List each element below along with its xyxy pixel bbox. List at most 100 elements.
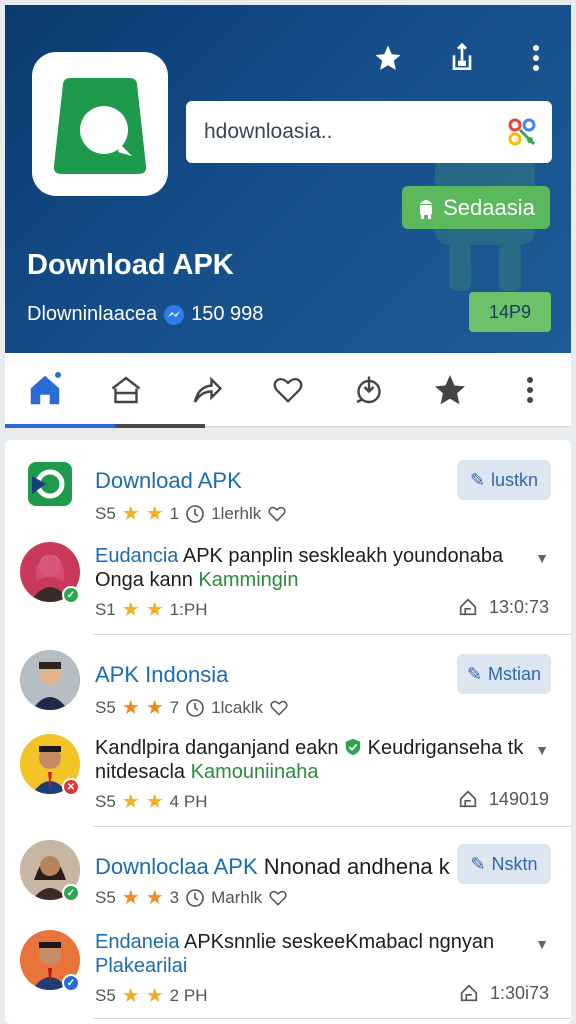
comment-text: Endaneia APKsnnlie seskeeKmabacl ngnyan … bbox=[95, 930, 494, 978]
star-icon: ★ bbox=[121, 697, 140, 719]
comment-text: Eudancia APK panplin seskleakh youndonab… bbox=[95, 544, 503, 592]
meta-count: 3 bbox=[169, 888, 180, 907]
more-vert-icon bbox=[527, 376, 534, 403]
star-icon bbox=[434, 374, 465, 404]
comment-text: Kandlpira danganjand eakn Keudriganseha … bbox=[95, 736, 523, 784]
tab-favorites[interactable] bbox=[258, 360, 318, 420]
clock-icon bbox=[185, 698, 205, 718]
top-actions bbox=[371, 41, 553, 75]
heart-icon[interactable] bbox=[268, 888, 288, 908]
timestamp-label: 1:30i73 bbox=[489, 982, 549, 1003]
star-icon: ★ bbox=[145, 599, 164, 621]
feather-icon: ✎ bbox=[466, 663, 483, 684]
comment-author[interactable]: Eudancia bbox=[95, 545, 178, 567]
comment-meta: S1 ★ ★ 1:PH bbox=[95, 600, 207, 620]
meta-label: 1lcaklk bbox=[211, 698, 264, 717]
star-icon: ★ bbox=[145, 985, 164, 1007]
upload-icon[interactable] bbox=[457, 596, 479, 618]
notification-dot bbox=[53, 369, 64, 380]
tab-home[interactable] bbox=[15, 360, 75, 420]
messenger-icon bbox=[164, 304, 185, 325]
comment-body: nitdesacla bbox=[95, 761, 191, 783]
post-title[interactable]: Downloclaa APK Nnonad andhena k bbox=[95, 854, 450, 880]
star-icon: ★ bbox=[121, 985, 140, 1007]
error-badge-icon: ✕ bbox=[62, 778, 80, 796]
tab-download[interactable] bbox=[339, 360, 399, 420]
comment-mention[interactable]: Kammingin bbox=[198, 569, 298, 591]
meta-prefix: S5 bbox=[95, 792, 116, 811]
avatar[interactable] bbox=[20, 650, 80, 710]
version-button[interactable]: 14P9 bbox=[469, 292, 551, 332]
post-title[interactable]: Download APK bbox=[95, 468, 242, 494]
meta-label: Marhlk bbox=[211, 888, 263, 907]
app-title: Download APK bbox=[27, 249, 234, 281]
search-box[interactable] bbox=[186, 101, 552, 163]
app-header: Sedaasia Download APK Dlowninlaacea 150 … bbox=[5, 5, 571, 353]
star-icon: ★ bbox=[121, 599, 140, 621]
star-icon: ★ bbox=[145, 887, 164, 909]
upload-icon[interactable] bbox=[458, 982, 480, 1004]
comment-timestamp: 1:30i73 bbox=[458, 982, 549, 1004]
post-action-button[interactable]: ✎ Mstian bbox=[457, 654, 551, 694]
heart-icon bbox=[273, 377, 303, 403]
comment-mention[interactable]: Kamouniinaha bbox=[191, 761, 319, 783]
feather-icon: ✎ bbox=[469, 469, 486, 490]
comment-author[interactable]: Endaneia bbox=[95, 931, 180, 953]
comment-body: Kandlpira danganjand eakn bbox=[95, 737, 345, 759]
meta-prefix: S5 bbox=[95, 888, 116, 907]
meta-prefix: S5 bbox=[95, 504, 116, 523]
feather-icon: ✎ bbox=[470, 853, 486, 874]
upload-icon[interactable] bbox=[457, 788, 479, 810]
meta-prefix: S5 bbox=[95, 698, 116, 717]
verified-badge-icon: ✓ bbox=[62, 586, 80, 604]
shield-check-icon bbox=[345, 738, 361, 756]
tab-share[interactable] bbox=[177, 360, 237, 420]
download-count: 150 998 bbox=[191, 303, 264, 325]
post-title-part: Nnonad andhena k bbox=[263, 854, 450, 879]
tab-house[interactable] bbox=[96, 360, 156, 420]
comment-meta: S5 ★ ★ 2 PH bbox=[95, 986, 207, 1006]
meta-time: 1:PH bbox=[169, 600, 208, 619]
timestamp-label: 149019 bbox=[488, 788, 549, 809]
chevron-down-icon[interactable]: ▼ bbox=[535, 742, 549, 758]
star-icon: ★ bbox=[145, 697, 164, 719]
comment-timestamp: 149019 bbox=[457, 788, 549, 810]
search-input[interactable] bbox=[204, 120, 506, 144]
divider bbox=[93, 826, 571, 827]
voice-assistant-icon[interactable] bbox=[506, 116, 538, 148]
post-action-button[interactable]: ✎ Nsktn bbox=[457, 844, 551, 884]
download-icon bbox=[356, 376, 381, 403]
green-bag-logo-icon bbox=[53, 78, 147, 174]
chevron-down-icon[interactable]: ▼ bbox=[535, 550, 549, 566]
meta-prefix: S5 bbox=[95, 986, 116, 1005]
post-meta: S5 ★ ★ 3 Marhlk bbox=[95, 888, 288, 908]
divider bbox=[93, 634, 571, 635]
star-icon[interactable] bbox=[371, 41, 405, 75]
tab-bar bbox=[5, 353, 571, 427]
house-outline-icon bbox=[112, 375, 141, 403]
chevron-down-icon[interactable]: ▼ bbox=[535, 936, 549, 952]
clock-icon bbox=[185, 504, 205, 524]
developer-name: Dlowninlaacea bbox=[27, 303, 158, 325]
post-action-button[interactable]: ✎ lustkn bbox=[457, 460, 551, 500]
comment-meta: S5 ★ ★ 4 PH bbox=[95, 792, 207, 812]
meta-count: 7 bbox=[169, 698, 180, 717]
meta-prefix: S1 bbox=[95, 600, 116, 619]
meta-time: 4 PH bbox=[169, 792, 208, 811]
comment-body: APKsnnlie seskeeKmabacl ngnyan bbox=[179, 931, 495, 953]
post-action-label: Nsktn bbox=[491, 853, 538, 874]
tab-more[interactable] bbox=[500, 360, 560, 420]
clock-icon bbox=[185, 888, 205, 908]
more-vert-icon[interactable] bbox=[519, 41, 553, 75]
category-chip[interactable]: Sedaasia bbox=[402, 186, 550, 229]
comment-mention[interactable]: Plakearilai bbox=[95, 955, 187, 977]
heart-icon[interactable] bbox=[269, 698, 289, 718]
heart-icon[interactable] bbox=[267, 504, 287, 524]
verified-badge-icon: ✓ bbox=[62, 884, 80, 902]
share-icon[interactable] bbox=[445, 41, 479, 75]
post-title[interactable]: APK Indonsia bbox=[95, 662, 228, 688]
post-action-label: Mstian bbox=[488, 663, 542, 684]
forward-arrow-icon bbox=[193, 376, 223, 403]
tab-starred[interactable] bbox=[420, 360, 480, 420]
comment-body: Onga kann bbox=[95, 569, 199, 591]
